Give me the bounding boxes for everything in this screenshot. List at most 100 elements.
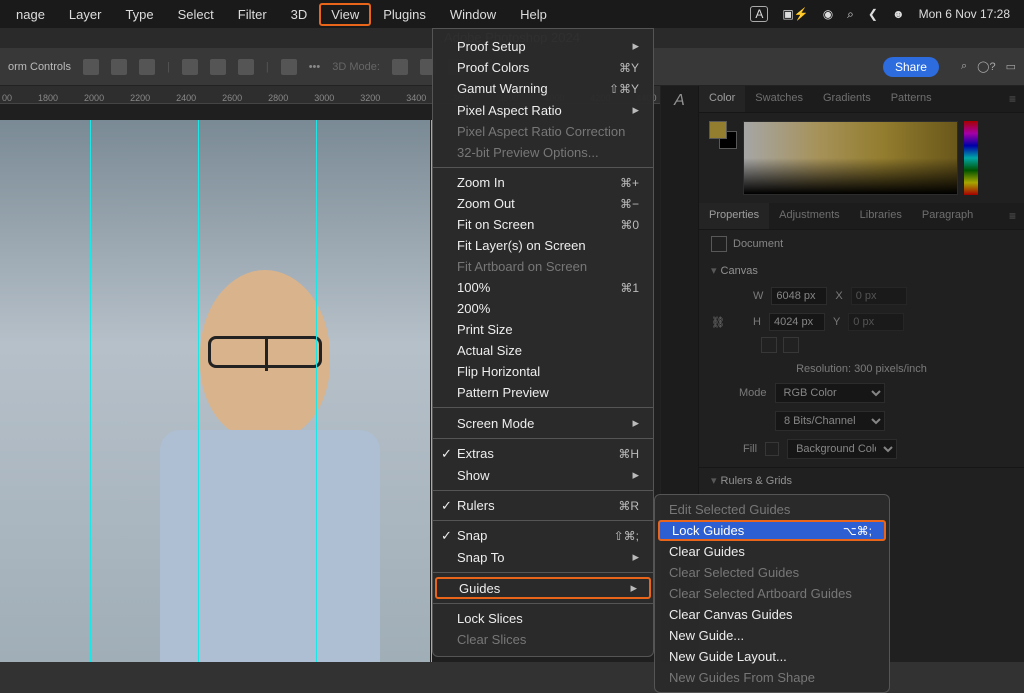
clock: Mon 6 Nov 17:28 [919, 7, 1010, 21]
menu-item-pixel-aspect-ratio[interactable]: Pixel Aspect Ratio▸ [433, 99, 653, 121]
menu-filter[interactable]: Filter [226, 3, 279, 26]
orientation-landscape-icon[interactable] [783, 337, 799, 353]
submenu-item-clear-canvas-guides[interactable]: Clear Canvas Guides [655, 604, 889, 625]
distribute-icon[interactable] [182, 59, 198, 75]
menu-plugins[interactable]: Plugins [371, 3, 438, 26]
wifi-icon[interactable]: ◉ [823, 7, 833, 21]
menu-item-snap[interactable]: ✓Snap⇧⌘; [433, 525, 653, 546]
submenu-item-lock-guides[interactable]: Lock Guides⌥⌘; [658, 520, 886, 541]
menu-item-proof-setup[interactable]: Proof Setup▸ [433, 35, 653, 57]
tab-color[interactable]: Color [699, 86, 745, 112]
menu-item-zoom-out[interactable]: Zoom Out⌘− [433, 193, 653, 214]
menu-item-print-size[interactable]: Print Size [433, 319, 653, 340]
guide-vertical[interactable] [316, 120, 317, 662]
control-center-icon[interactable]: ❮ [868, 7, 878, 21]
menu-help[interactable]: Help [508, 3, 559, 26]
hue-slider[interactable] [964, 121, 978, 195]
foreground-background-swatch[interactable] [709, 121, 737, 149]
menu-type[interactable]: Type [113, 3, 165, 26]
tab-paragraph[interactable]: Paragraph [912, 203, 983, 229]
menu-item-rulers[interactable]: ✓Rulers⌘R [433, 495, 653, 516]
menu-item-fit-on-screen[interactable]: Fit on Screen⌘0 [433, 214, 653, 235]
guide-vertical[interactable] [90, 120, 91, 662]
submenu-item-new-guide-layout-[interactable]: New Guide Layout... [655, 646, 889, 667]
depth-select[interactable]: 8 Bits/Channel [775, 411, 885, 431]
align-icon[interactable] [83, 59, 99, 75]
x-label: X [835, 290, 842, 302]
width-field[interactable] [771, 287, 827, 305]
ruler-tick: 1800 [38, 93, 58, 103]
menu-item-show[interactable]: Show▸ [433, 464, 653, 486]
menu-item-guides[interactable]: Guides▸ [435, 577, 651, 599]
align-icon-2[interactable] [111, 59, 127, 75]
menu-select[interactable]: Select [166, 3, 226, 26]
chevron-down-icon[interactable]: ▾ [711, 265, 717, 277]
panel-menu-icon[interactable]: ≡ [1001, 86, 1024, 112]
orientation-portrait-icon[interactable] [761, 337, 777, 353]
menu-item-extras[interactable]: ✓Extras⌘H [433, 443, 653, 464]
fill-swatch[interactable] [765, 442, 779, 456]
menu-view[interactable]: View [319, 3, 371, 26]
input-mode-badge[interactable]: A [750, 6, 768, 22]
menu-item-pixel-aspect-ratio-correction: Pixel Aspect Ratio Correction [433, 121, 653, 142]
help-icon[interactable]: ◯? [977, 60, 995, 73]
color-mode-select[interactable]: RGB Color [775, 383, 885, 403]
search-icon[interactable]: ⌕ [961, 60, 967, 73]
submenu-item-clear-guides[interactable]: Clear Guides [655, 541, 889, 562]
overflow-icon[interactable]: ••• [309, 61, 321, 73]
tab-patterns[interactable]: Patterns [881, 86, 942, 112]
menu-window[interactable]: Window [438, 3, 508, 26]
guide-vertical[interactable] [198, 120, 199, 662]
menu-image[interactable]: nage [4, 3, 57, 26]
tab-adjustments[interactable]: Adjustments [769, 203, 850, 229]
resolution-text: Resolution: 300 pixels/inch [796, 363, 927, 375]
fill-select[interactable]: Background Color [787, 439, 897, 459]
3d-mode-label: 3D Mode: [332, 61, 380, 73]
color-panel-tabs: Color Swatches Gradients Patterns ≡ [699, 86, 1024, 113]
menu-item-screen-mode[interactable]: Screen Mode▸ [433, 412, 653, 434]
menu-item-zoom-in[interactable]: Zoom In⌘+ [433, 172, 653, 193]
share-button[interactable]: Share [883, 57, 939, 77]
tab-gradients[interactable]: Gradients [813, 86, 881, 112]
workspace-icon[interactable]: ▭ [1006, 60, 1016, 73]
menu-item-fit-artboard-on-screen: Fit Artboard on Screen [433, 256, 653, 277]
x-field[interactable] [851, 287, 907, 305]
menu-item-proof-colors[interactable]: Proof Colors⌘Y [433, 57, 653, 78]
menu-layer[interactable]: Layer [57, 3, 114, 26]
height-field[interactable] [769, 313, 825, 331]
submenu-item-clear-selected-artboard-guides: Clear Selected Artboard Guides [655, 583, 889, 604]
menu-item-gamut-warning[interactable]: Gamut Warning⇧⌘Y [433, 78, 653, 99]
menu-item-pattern-preview[interactable]: Pattern Preview [433, 382, 653, 403]
menu-3d[interactable]: 3D [279, 3, 320, 26]
link-icon[interactable]: ⛓ [711, 316, 729, 329]
submenu-item-new-guides-from-shape: New Guides From Shape [655, 667, 889, 688]
menu-item-snap-to[interactable]: Snap To▸ [433, 546, 653, 568]
user-icon[interactable]: ☻ [892, 7, 905, 21]
tab-swatches[interactable]: Swatches [745, 86, 813, 112]
menu-item-200-[interactable]: 200% [433, 298, 653, 319]
document-label: Document [733, 238, 783, 250]
menu-item-32-bit-preview-options-: 32-bit Preview Options... [433, 142, 653, 163]
tab-libraries[interactable]: Libraries [850, 203, 912, 229]
submenu-item-new-guide-[interactable]: New Guide... [655, 625, 889, 646]
color-picker-field[interactable] [743, 121, 958, 195]
battery-icon[interactable]: ▣⚡ [782, 7, 808, 21]
tab-properties[interactable]: Properties [699, 203, 769, 229]
menu-item-flip-horizontal[interactable]: Flip Horizontal [433, 361, 653, 382]
chevron-down-icon[interactable]: ▾ [711, 475, 717, 487]
3d-orbit-icon[interactable] [392, 59, 408, 75]
menubar: nage Layer Type Select Filter 3D View Pl… [0, 0, 1024, 28]
menu-item-fit-layer-s-on-screen[interactable]: Fit Layer(s) on Screen [433, 235, 653, 256]
more-icon[interactable] [281, 59, 297, 75]
align-icon-3[interactable] [139, 59, 155, 75]
canvas-image[interactable] [0, 120, 430, 662]
menu-item-100-[interactable]: 100%⌘1 [433, 277, 653, 298]
distribute-icon-2[interactable] [210, 59, 226, 75]
spotlight-icon[interactable]: ⌕ [847, 7, 854, 22]
panel-menu-icon[interactable]: ≡ [1001, 203, 1024, 229]
type-panel-icon[interactable]: A [669, 92, 691, 114]
menu-item-actual-size[interactable]: Actual Size [433, 340, 653, 361]
menu-item-lock-slices[interactable]: Lock Slices [433, 608, 653, 629]
distribute-icon-3[interactable] [238, 59, 254, 75]
y-field[interactable] [848, 313, 904, 331]
